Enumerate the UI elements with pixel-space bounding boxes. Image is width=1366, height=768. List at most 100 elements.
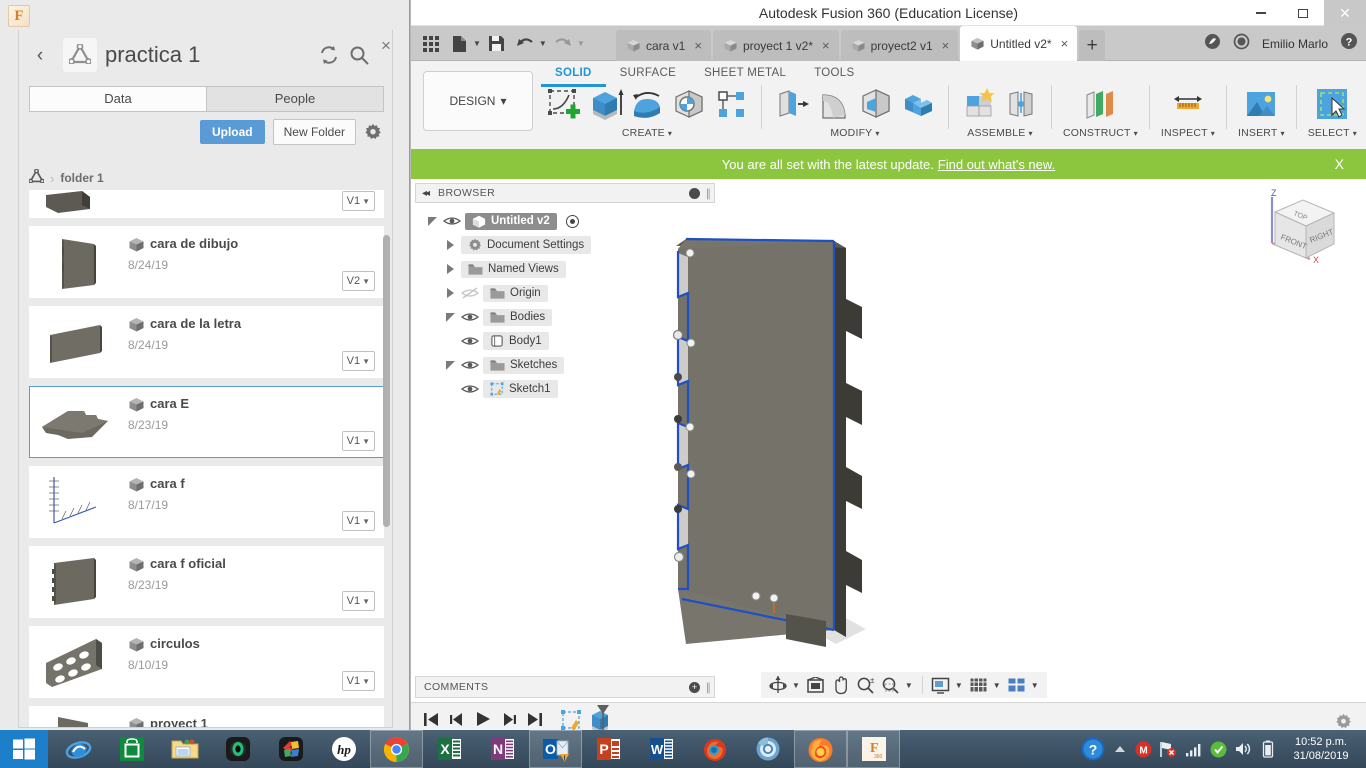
- undo-icon[interactable]: [513, 31, 537, 57]
- taskbar-mozilla-firefox[interactable]: [794, 730, 847, 768]
- orbit-caret[interactable]: ▼: [792, 681, 800, 690]
- doc-tab-cara[interactable]: cara v1 ×: [616, 30, 711, 61]
- visibility-eye-icon[interactable]: [442, 214, 462, 228]
- version-badge[interactable]: V1 ▼: [341, 431, 375, 451]
- taskbar-firefox-dev[interactable]: [688, 730, 741, 768]
- workspace-selector[interactable]: DESIGN ▾: [423, 71, 533, 131]
- close-banner-icon[interactable]: X: [1335, 156, 1344, 172]
- grid-icon[interactable]: [419, 31, 443, 57]
- viewports-icon[interactable]: [1006, 674, 1028, 696]
- ribbon-group-label[interactable]: MODIFY ▾: [830, 127, 879, 139]
- canvas[interactable]: ◂◂ BROWSER ∥ Untitled v2 Document Settin…: [411, 179, 1366, 702]
- play-icon[interactable]: [475, 711, 491, 732]
- tree-label-wrap[interactable]: Body1: [483, 332, 549, 350]
- look-at-icon[interactable]: [805, 674, 827, 696]
- taskbar-google-chrome[interactable]: [370, 730, 423, 768]
- add-comment-icon[interactable]: +: [689, 681, 700, 693]
- version-badge[interactable]: V1 ▼: [341, 351, 375, 371]
- minimize-button[interactable]: [1240, 0, 1282, 26]
- file-icon[interactable]: [447, 31, 471, 57]
- select-window-icon[interactable]: [1313, 85, 1351, 123]
- battery-icon[interactable]: [1259, 740, 1277, 758]
- search-icon[interactable]: [348, 44, 370, 66]
- taskbar-cyberlink-power-media[interactable]: [211, 730, 264, 768]
- taskbar-microsoft-word[interactable]: W: [635, 730, 688, 768]
- step-forward-icon[interactable]: [501, 712, 517, 732]
- taskbar-chromium[interactable]: [741, 730, 794, 768]
- maximize-button[interactable]: [1282, 0, 1324, 26]
- list-item[interactable]: proyect 1: [29, 706, 384, 727]
- display-caret[interactable]: ▼: [955, 681, 963, 690]
- display-settings-icon[interactable]: [930, 674, 952, 696]
- security-icon[interactable]: [1209, 740, 1227, 758]
- gmail-icon[interactable]: M: [1134, 740, 1152, 758]
- show-hidden-icons-icon[interactable]: [1113, 740, 1127, 758]
- ribbon-group-label[interactable]: INSPECT ▾: [1161, 127, 1215, 139]
- redo-icon[interactable]: [551, 31, 575, 57]
- help-icon[interactable]: ?: [1340, 32, 1358, 55]
- doc-tab-close-icon[interactable]: ×: [822, 38, 830, 53]
- view-cube[interactable]: Z X FRONT RIGHT TOP: [1258, 187, 1348, 277]
- doc-tab-close-icon[interactable]: ×: [942, 38, 950, 53]
- version-badge[interactable]: V2 ▼: [341, 271, 375, 291]
- new-tab-button[interactable]: +: [1079, 30, 1106, 61]
- data-panel-list[interactable]: V1 ▼ cara de dibujo 8/24/19 V2 ▼ cara de…: [29, 190, 384, 727]
- taskbar-puzzle-app[interactable]: [264, 730, 317, 768]
- upload-button[interactable]: Upload: [199, 120, 265, 144]
- offset-plane-icon[interactable]: [1081, 85, 1119, 123]
- file-menu-caret[interactable]: ▼: [473, 39, 481, 48]
- pattern-icon[interactable]: [712, 85, 750, 123]
- expander-icon[interactable]: [443, 360, 457, 370]
- new-folder-button[interactable]: New Folder: [272, 119, 356, 145]
- press-pull-icon[interactable]: [773, 85, 811, 123]
- whats-new-link[interactable]: Find out what's new.: [938, 157, 1055, 172]
- refresh-icon[interactable]: [318, 44, 340, 66]
- doc-tab-proyect1[interactable]: proyect 1 v2* ×: [712, 30, 839, 61]
- tree-label-wrap[interactable]: Origin: [483, 284, 548, 302]
- tree-label-wrap[interactable]: Named Views: [461, 260, 566, 278]
- visibility-eye-icon[interactable]: [460, 310, 480, 324]
- version-badge[interactable]: V1 ▼: [341, 191, 375, 211]
- taskbar-fusion-360[interactable]: F 360: [847, 730, 900, 768]
- new-component-icon[interactable]: [960, 85, 998, 123]
- visibility-eye-icon[interactable]: [460, 334, 480, 348]
- tab-solid[interactable]: SOLID: [541, 63, 606, 87]
- joint-icon[interactable]: [1002, 85, 1040, 123]
- tree-label-wrap[interactable]: Bodies: [483, 308, 553, 326]
- collapse-icon[interactable]: ◂◂: [422, 188, 430, 199]
- user-name[interactable]: Emilio Marlo: [1262, 37, 1328, 51]
- measure-icon[interactable]: [1169, 85, 1207, 123]
- network-error-icon[interactable]: [1159, 740, 1177, 758]
- 3d-model[interactable]: [666, 189, 1186, 669]
- back-button[interactable]: ‹: [29, 44, 51, 68]
- ribbon-group-label[interactable]: CREATE ▾: [622, 127, 672, 139]
- version-badge[interactable]: V1 ▼: [341, 511, 375, 531]
- visibility-eye-icon[interactable]: [460, 358, 480, 372]
- doc-tab-untitled[interactable]: Untitled v2* ×: [960, 26, 1078, 61]
- list-item[interactable]: cara de dibujo 8/24/19 V2 ▼: [29, 226, 384, 298]
- extrude-icon[interactable]: [586, 85, 624, 123]
- extensions-icon[interactable]: [1204, 33, 1221, 55]
- close-panel-icon[interactable]: ×: [376, 36, 396, 56]
- version-badge[interactable]: V1 ▼: [341, 671, 375, 691]
- taskbar-microsoft-powerpoint[interactable]: P: [582, 730, 635, 768]
- go-to-end-icon[interactable]: [527, 712, 543, 732]
- comments-panel[interactable]: COMMENTS + ∥: [415, 676, 715, 698]
- tab-data[interactable]: Data: [29, 86, 207, 112]
- list-item[interactable]: circulos 8/10/19 V1 ▼: [29, 626, 384, 698]
- expander-icon[interactable]: [443, 288, 457, 298]
- tab-sheet-metal[interactable]: SHEET METAL: [690, 63, 800, 87]
- create-sketch-icon[interactable]: [544, 85, 582, 123]
- tab-people[interactable]: People: [207, 86, 384, 112]
- gear-icon[interactable]: [364, 123, 382, 141]
- list-item[interactable]: cara f oficial 8/23/19 V1 ▼: [29, 546, 384, 618]
- tab-tools[interactable]: TOOLS: [800, 63, 868, 87]
- ribbon-group-label[interactable]: INSERT ▾: [1238, 127, 1285, 139]
- help-icon[interactable]: ?: [1080, 736, 1106, 762]
- data-panel-scrollbar[interactable]: [383, 235, 390, 527]
- shell-icon[interactable]: [857, 85, 895, 123]
- version-badge[interactable]: V1 ▼: [341, 591, 375, 611]
- step-back-icon[interactable]: [449, 712, 465, 732]
- ribbon-group-label[interactable]: ASSEMBLE ▾: [967, 127, 1032, 139]
- list-item[interactable]: cara de la letra 8/24/19 V1 ▼: [29, 306, 384, 378]
